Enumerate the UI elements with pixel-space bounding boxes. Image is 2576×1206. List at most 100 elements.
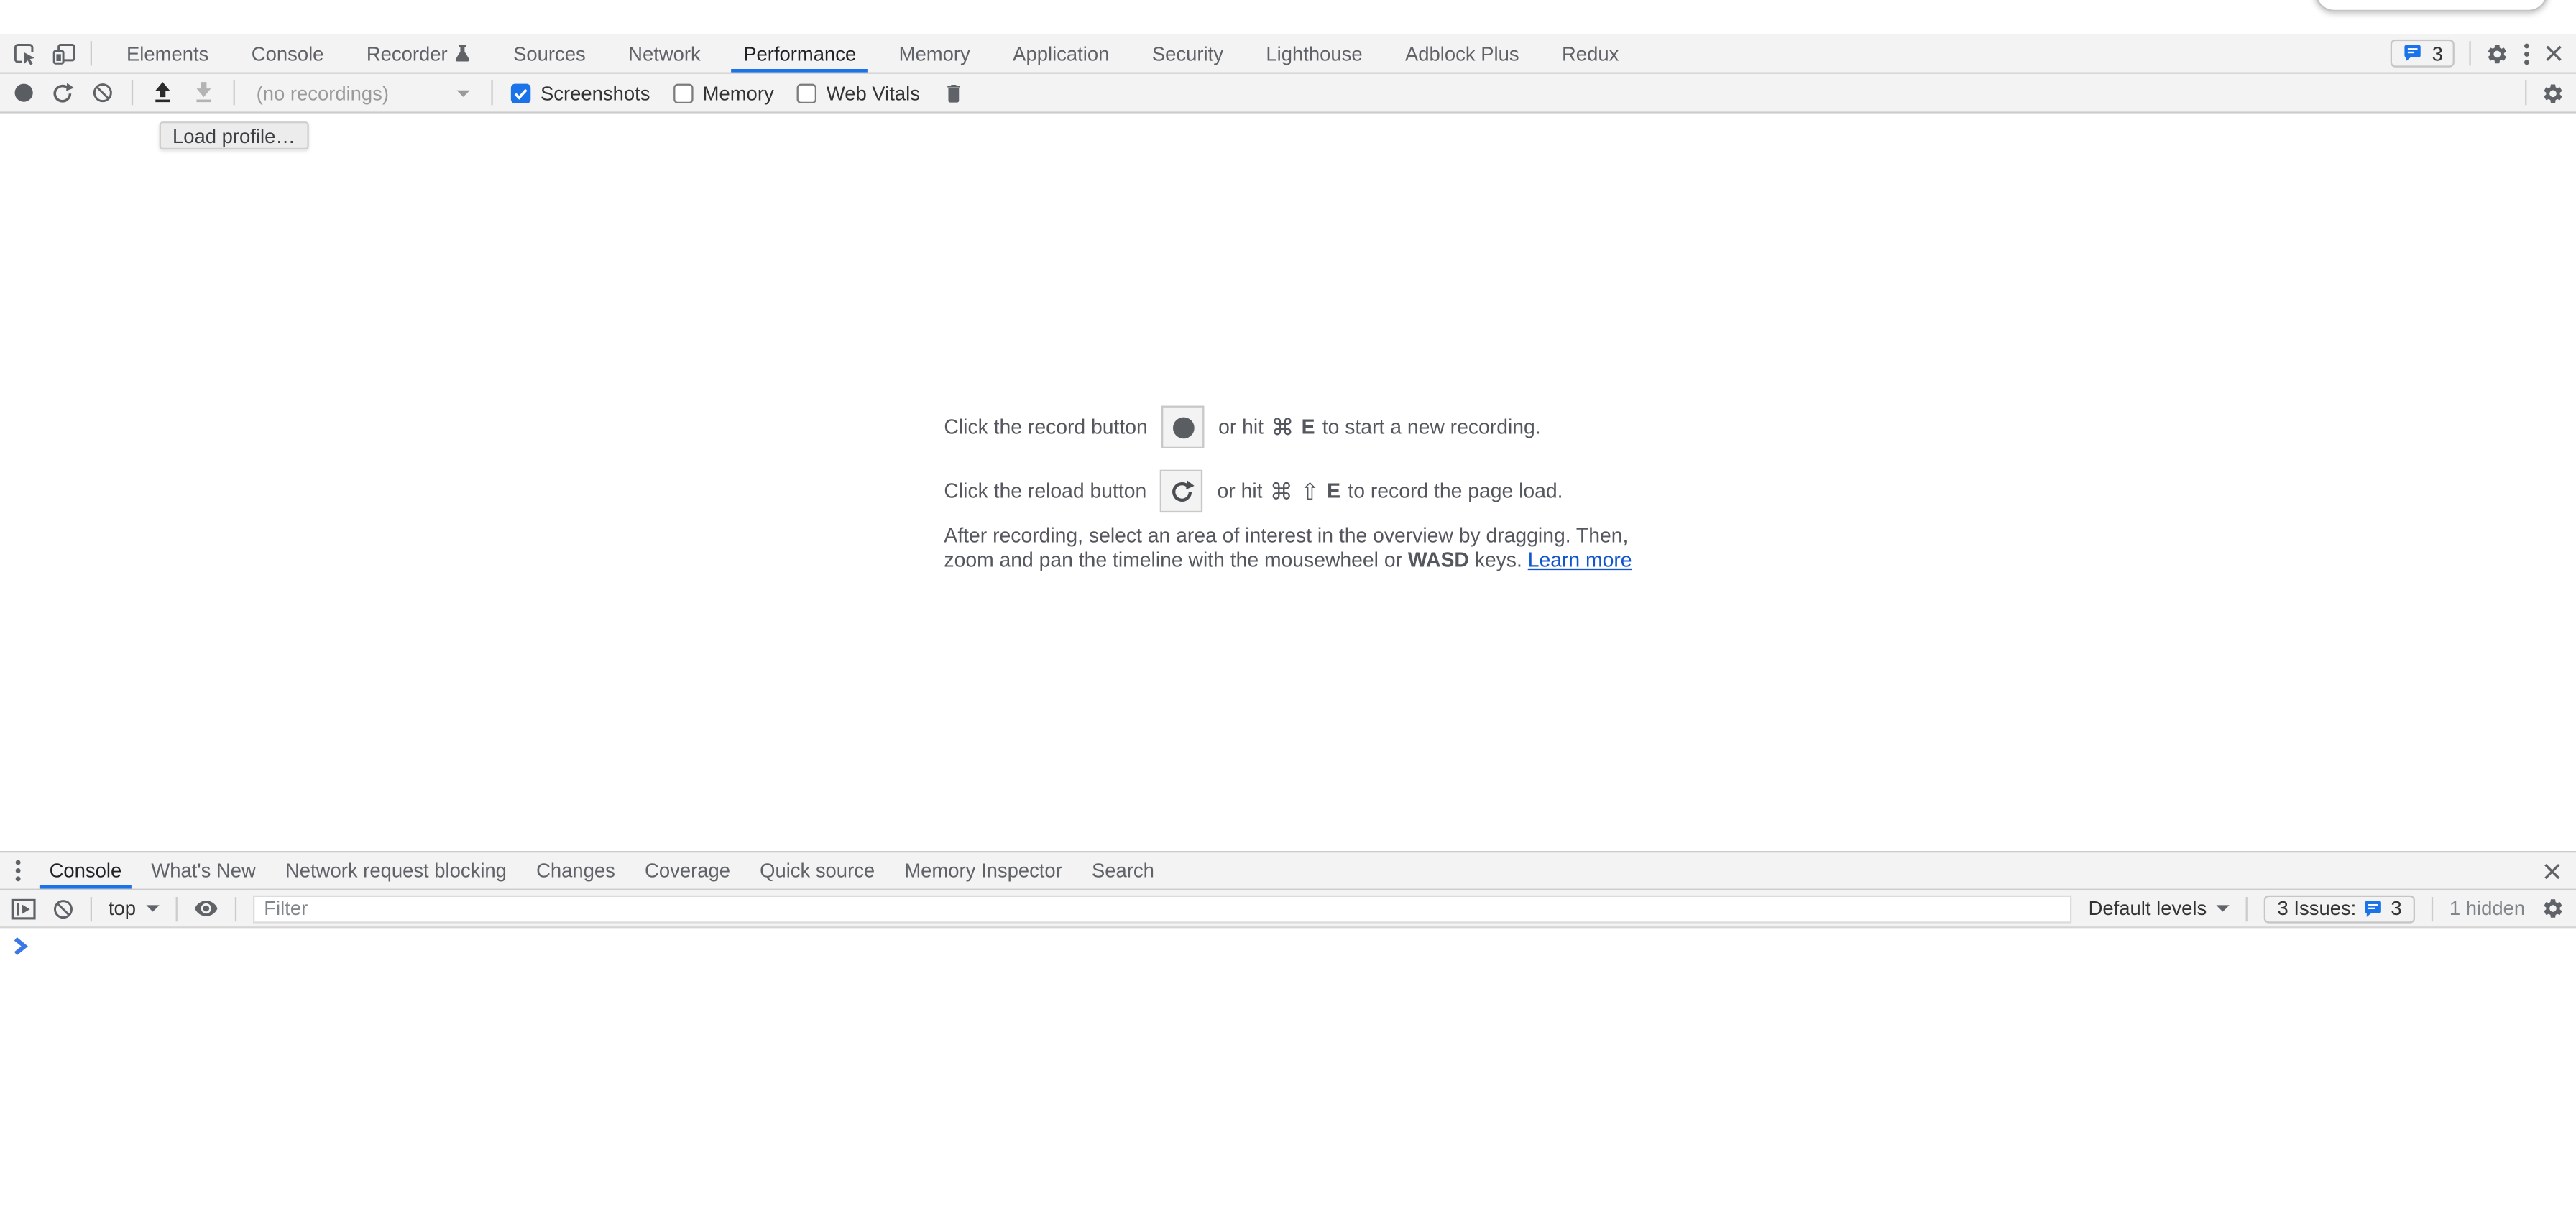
load-profile-icon[interactable] [151, 80, 174, 105]
tab-performance[interactable]: Performance [722, 34, 878, 73]
screenshots-checkbox-group[interactable]: Screenshots [511, 81, 650, 104]
javascript-context-select[interactable]: top [109, 897, 159, 920]
clear-console-icon[interactable] [52, 898, 74, 919]
console-settings-gear-icon[interactable] [2542, 897, 2564, 920]
drawer-tab-search[interactable]: Search [1077, 852, 1169, 888]
drawer-tab-memory-inspector[interactable]: Memory Inspector [890, 852, 1077, 888]
drawer-tabs: Console What's New Network request block… [34, 852, 1169, 888]
memory-label: Memory [703, 81, 774, 104]
console-prompt-chevron-icon [13, 936, 28, 956]
garbage-collect-trash-icon[interactable] [943, 81, 965, 104]
tab-security[interactable]: Security [1131, 34, 1245, 73]
tabbar-right-controls: 3 [2391, 40, 2576, 68]
console-sidebar-toggle-icon[interactable] [12, 898, 36, 919]
drawer-tab-whats-new[interactable]: What's New [137, 852, 271, 888]
reload-and-record-button[interactable] [51, 81, 74, 104]
reload-instruction-pre: Click the reload button [944, 479, 1146, 502]
tab-memory[interactable]: Memory [878, 34, 992, 73]
drawer-tab-changes[interactable]: Changes [522, 852, 630, 888]
console-filter-input[interactable] [252, 895, 2071, 923]
web-vitals-checkbox[interactable] [797, 83, 816, 102]
issues-bubble-icon [2402, 42, 2424, 64]
more-options-kebab-icon[interactable] [2524, 42, 2530, 65]
drawer-tab-quick-source[interactable]: Quick source [745, 852, 890, 888]
memory-checkbox[interactable] [673, 83, 692, 102]
experiment-flask-icon [456, 45, 471, 63]
settings-gear-icon[interactable] [2485, 42, 2508, 65]
separator [175, 896, 177, 921]
paragraph-line-2-pre: zoom and pan the timeline with the mouse… [944, 548, 1407, 571]
record-button[interactable] [15, 84, 33, 102]
issues-bubble-icon [2363, 898, 2384, 919]
wasd-keys: WASD [1408, 548, 1469, 571]
tab-network[interactable]: Network [607, 34, 722, 73]
issues-text: 3 Issues: [2278, 897, 2357, 920]
usage-paragraph: After recording, select an area of inter… [944, 524, 1632, 572]
load-profile-tooltip: Load profile… [160, 121, 308, 149]
top-strip [0, 0, 2576, 34]
close-drawer-icon[interactable] [2543, 862, 2561, 880]
panel-tabs: Elements Console Recorder Sources Networ… [105, 34, 1640, 73]
tab-redux[interactable]: Redux [1540, 34, 1640, 73]
issues-counter-button[interactable]: 3 [2391, 40, 2454, 68]
performance-toolbar: (no recordings) Screenshots Memory Web V… [0, 74, 2576, 114]
chevron-down-icon [456, 90, 469, 96]
drawer-tab-coverage[interactable]: Coverage [630, 852, 745, 888]
separator [2432, 896, 2433, 921]
shift-key-glyph: ⇧ [1300, 479, 1320, 502]
tab-adblock-plus[interactable]: Adblock Plus [1384, 34, 1540, 73]
tab-lighthouse[interactable]: Lighthouse [1245, 34, 1384, 73]
inspect-element-icon[interactable] [12, 41, 36, 65]
reload-instruction-row: Click the reload button or hit ⌘ ⇧ E to … [944, 470, 1563, 512]
web-vitals-checkbox-group[interactable]: Web Vitals [797, 81, 920, 104]
screenshots-label: Screenshots [540, 81, 650, 104]
capture-settings-gear-icon[interactable] [2542, 81, 2564, 104]
record-circle-icon [1172, 416, 1194, 438]
console-issues-button[interactable]: 3 Issues: 3 [2264, 895, 2415, 923]
console-toolbar: top Default levels 3 Issues: 3 1 [0, 890, 2576, 929]
drawer-tab-console[interactable]: Console [34, 852, 137, 888]
e-key-glyph: E [1327, 479, 1340, 502]
separator [2469, 41, 2470, 65]
clear-recordings-icon[interactable] [92, 82, 114, 103]
tab-sources[interactable]: Sources [492, 34, 607, 73]
perf-toolbar-right [2525, 80, 2576, 105]
tab-application[interactable]: Application [991, 34, 1131, 73]
memory-checkbox-group[interactable]: Memory [673, 81, 773, 104]
e-key-glyph: E [1302, 415, 1315, 438]
browser-popup-fragment [2315, 0, 2549, 11]
record-instruction-post: to start a new recording. [1322, 415, 1541, 438]
main-tabbar: Elements Console Recorder Sources Networ… [0, 34, 2576, 74]
drawer-menu-kebab-icon[interactable] [15, 859, 22, 882]
separator [91, 41, 92, 65]
console-messages-area[interactable] [0, 928, 2576, 1206]
console-issues-count: 3 [2391, 897, 2401, 920]
log-levels-select[interactable]: Default levels [2089, 897, 2230, 920]
devtools-window: Elements Console Recorder Sources Networ… [0, 0, 2576, 1206]
record-instruction-pre: Click the record button [944, 415, 1147, 438]
landing-instructions: Click the record button or hit ⌘ E to st… [0, 406, 2576, 573]
tab-console[interactable]: Console [230, 34, 345, 73]
reload-button-preview[interactable] [1161, 470, 1203, 512]
record-button-preview[interactable] [1162, 406, 1204, 448]
live-expression-eye-icon[interactable] [193, 898, 218, 918]
save-profile-icon[interactable] [192, 80, 215, 105]
context-label: top [109, 897, 136, 920]
learn-more-link[interactable]: Learn more [1528, 548, 1632, 571]
web-vitals-label: Web Vitals [827, 81, 920, 104]
close-devtools-icon[interactable] [2545, 45, 2563, 63]
separator [491, 80, 492, 105]
separator [132, 80, 133, 105]
recordings-history-select[interactable]: (no recordings) [253, 81, 473, 104]
screenshots-checkbox[interactable] [511, 83, 530, 102]
record-instruction-mid: or hit [1218, 415, 1264, 438]
separator [2246, 896, 2248, 921]
device-toolbar-icon[interactable] [51, 41, 78, 65]
console-prompt-row[interactable] [0, 928, 2576, 956]
paragraph-line-1: After recording, select an area of inter… [944, 524, 1628, 547]
drawer-tab-network-request-blocking[interactable]: Network request blocking [270, 852, 521, 888]
tab-recorder[interactable]: Recorder [345, 34, 492, 73]
reload-instruction-mid: or hit [1218, 479, 1263, 502]
tab-elements[interactable]: Elements [105, 34, 230, 73]
drawer-right-controls [2543, 862, 2576, 880]
